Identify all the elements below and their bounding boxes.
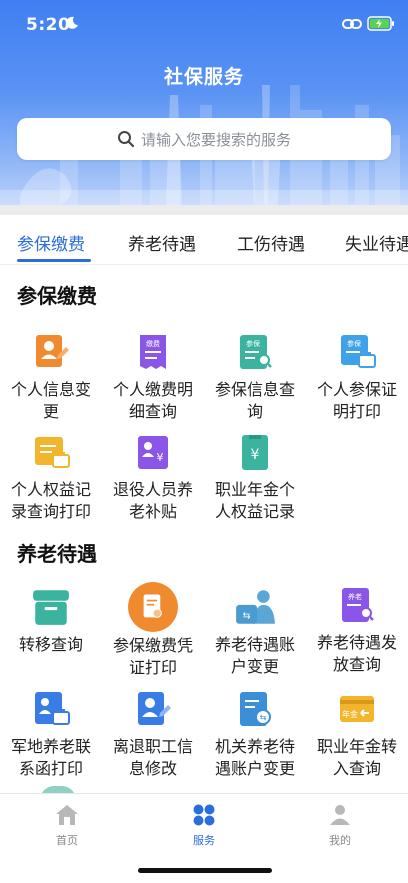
nav-home[interactable]: 首页 [27, 804, 107, 848]
service-insurance-info-query[interactable]: 参保 参保信息查询 [204, 333, 306, 423]
service-pension-account-change[interactable]: ⇆ 养老待遇账户变更 [204, 586, 306, 678]
person-edit-icon [36, 335, 69, 367]
service-pension-payment-query[interactable]: 养老 养老待遇发放查询 [306, 586, 408, 676]
service-military-pension-letter-print[interactable]: 军地养老联系函打印 [0, 690, 102, 780]
nav-profile[interactable]: 我的 [300, 804, 380, 848]
service-label: 个人缴费明细查询 [112, 380, 193, 421]
nav-services[interactable]: 服务 [164, 804, 244, 848]
svg-text:⇆: ⇆ [260, 713, 267, 722]
page-title: 社保服务 [163, 66, 244, 88]
account-change-icon: ⇆ [236, 590, 275, 624]
search-input[interactable]: 请输入您要搜索的服务 [17, 118, 391, 160]
service-label: 个人信息变更 [10, 380, 91, 421]
service-label: 参保缴费凭证打印 [112, 636, 193, 677]
nav-profile-label: 我的 [329, 834, 351, 847]
certificate-print-icon: 参保 [341, 335, 376, 368]
svg-text:参保: 参保 [347, 339, 361, 348]
search-icon [117, 131, 135, 148]
service-label: 退役人员养老补贴 [112, 480, 193, 521]
svg-text:参保: 参保 [246, 339, 260, 348]
active-tab-indicator [17, 259, 91, 262]
svg-text:⇆: ⇆ [243, 611, 251, 622]
svg-text:养老: 养老 [348, 592, 362, 601]
service-retiree-info-edit[interactable]: 离退职工信息修改 [102, 690, 204, 780]
service-payment-voucher-print[interactable]: 参保缴费凭证打印 [102, 581, 204, 679]
service-label: 机关养老待遇账户变更 [214, 737, 295, 778]
service-label: 养老待遇发放查询 [316, 633, 397, 674]
service-payment-details[interactable]: 缴费 个人缴费明细查询 [102, 333, 204, 423]
search-placeholder: 请输入您要搜索的服务 [140, 130, 291, 149]
moon-icon [66, 16, 78, 29]
nav-home-label: 首页 [56, 834, 78, 847]
status-time: 5:20 [26, 15, 71, 35]
service-label: 个人权益记录查询打印 [10, 480, 91, 521]
insurance-search-icon: 参保 [240, 335, 272, 369]
transfer-box-icon [33, 590, 69, 625]
service-personal-info-change[interactable]: 个人信息变更 [0, 333, 102, 423]
battery-icon [367, 16, 394, 31]
service-annuity-rights-record[interactable]: ¥ 职业年金个人权益记录 [204, 433, 306, 523]
service-label: 个人参保证明打印 [316, 380, 397, 421]
section-title-payment: 参保缴费 [17, 284, 97, 308]
retiree-edit-icon [138, 692, 171, 725]
annuity-transfer-icon: 年金 [340, 696, 374, 722]
service-label: 参保信息查询 [214, 380, 295, 421]
svg-text:缴费: 缴费 [146, 339, 160, 348]
svg-text:¥: ¥ [251, 447, 260, 463]
rights-print-icon [35, 437, 70, 468]
services-grid-icon [193, 804, 215, 826]
annuity-yen-icon: ¥ [242, 435, 268, 470]
tab-injury-benefits[interactable]: 工伤待遇 [237, 230, 305, 255]
status-bar: 5:20 [0, 0, 408, 50]
service-label: 转移查询 [18, 635, 83, 654]
tab-unemployment-benefits[interactable]: 失业待遇 [345, 230, 408, 255]
veteran-subsidy-icon: ¥ [138, 436, 168, 469]
service-transfer-query[interactable]: 转移查询 [0, 586, 102, 656]
home-indicator [138, 868, 272, 873]
service-label: 职业年金转入查询 [316, 737, 397, 778]
agency-account-icon: ⇆ [240, 692, 271, 726]
profile-icon [330, 805, 350, 825]
svg-text:¥: ¥ [157, 451, 164, 464]
voucher-print-icon [128, 582, 178, 632]
service-insurance-certificate-print[interactable]: 参保 个人参保证明打印 [306, 333, 408, 423]
tab-insurance-payment[interactable]: 参保缴费 [17, 230, 85, 255]
letter-print-icon [35, 692, 70, 725]
tab-pension-benefits[interactable]: 养老待遇 [128, 230, 196, 255]
service-label: 职业年金个人权益记录 [214, 480, 295, 521]
category-tabs: 参保缴费 养老待遇 工伤待遇 失业待遇 [0, 215, 408, 265]
service-label: 军地养老联系函打印 [10, 737, 91, 778]
service-label: 离退职工信息修改 [112, 737, 193, 778]
divider [0, 205, 408, 215]
link-icon [342, 19, 362, 29]
home-icon [56, 805, 78, 825]
service-rights-record-print[interactable]: 个人权益记录查询打印 [0, 433, 102, 523]
svg-text:年金: 年金 [342, 709, 358, 719]
section-title-pension: 养老待遇 [17, 542, 97, 566]
header-banner: 5:20 社保服务 请输入您要搜索的服务 [0, 0, 408, 205]
service-veteran-pension-subsidy[interactable]: ¥ 退役人员养老补贴 [102, 433, 204, 523]
pension-search-icon: 养老 [342, 588, 374, 622]
service-annuity-transfer-query[interactable]: 年金 职业年金转入查询 [306, 690, 408, 780]
nav-services-label: 服务 [193, 834, 215, 847]
payment-receipt-icon: 缴费 [140, 335, 166, 369]
service-label: 养老待遇账户变更 [214, 635, 295, 676]
service-agency-pension-account-change[interactable]: ⇆ 机关养老待遇账户变更 [204, 690, 306, 780]
